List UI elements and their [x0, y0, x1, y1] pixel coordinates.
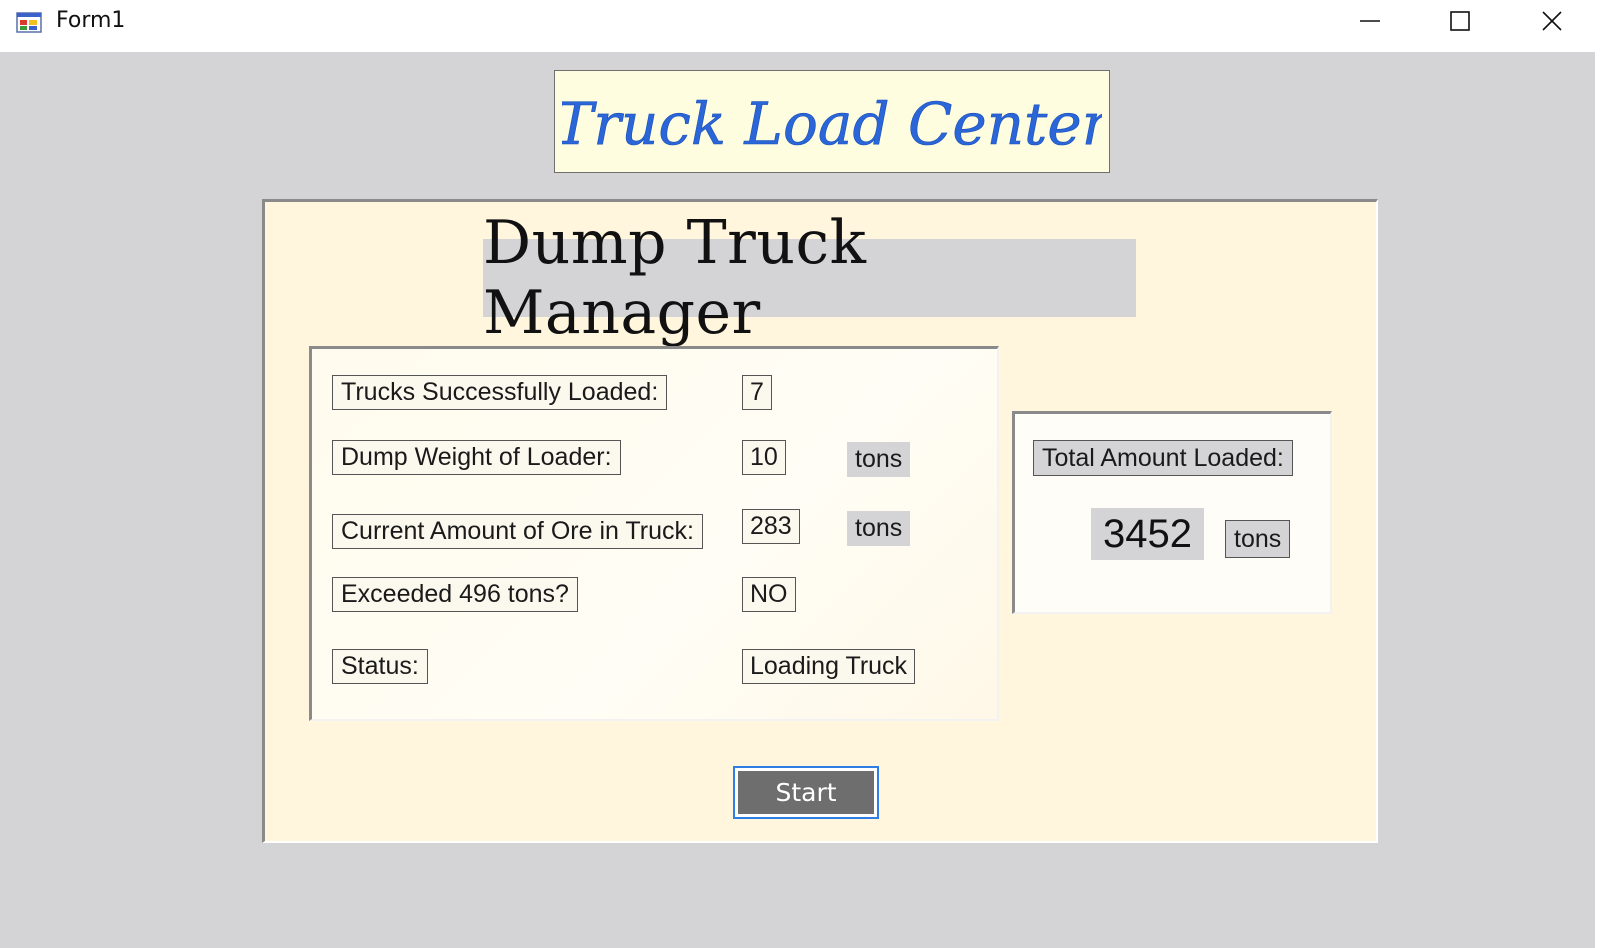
- title-bar[interactable]: Form1: [0, 0, 1600, 52]
- page-title: Dump Truck Manager: [483, 208, 1136, 348]
- banner-text: Truck Load Center: [562, 90, 1102, 158]
- total-loaded-label: Total Amount Loaded:: [1033, 440, 1293, 476]
- total-loaded-value: 3452: [1091, 508, 1204, 560]
- truck-load-center-banner: Truck Load Center: [554, 70, 1110, 173]
- window-title: Form1: [56, 8, 126, 33]
- loading-details-group: Trucks Successfully Loaded: 7 Dump Weigh…: [309, 346, 999, 721]
- status-value: Loading Truck: [742, 649, 916, 684]
- app-icon: [16, 12, 42, 33]
- status-label: Status:: [332, 649, 428, 684]
- start-button-label: Start: [738, 771, 874, 814]
- dump-weight-label: Dump Weight of Loader:: [332, 440, 621, 475]
- window-border: [1595, 0, 1600, 948]
- exceeded-value: NO: [742, 577, 796, 612]
- dump-weight-unit: tons: [847, 442, 911, 477]
- current-ore-value: 283: [742, 509, 800, 544]
- main-panel: Dump Truck Manager Trucks Successfully L…: [262, 199, 1378, 843]
- maximize-icon: [1450, 11, 1470, 31]
- current-ore-label: Current Amount of Ore in Truck:: [332, 514, 703, 549]
- total-loaded-unit: tons: [1225, 520, 1291, 558]
- trucks-loaded-label: Trucks Successfully Loaded:: [332, 375, 668, 410]
- start-button[interactable]: Start: [733, 766, 879, 819]
- dump-weight-value: 10: [742, 440, 786, 475]
- form1-window: Form1 Truck Load Center Dump Truck Manag…: [0, 0, 1600, 948]
- trucks-loaded-value: 7: [742, 375, 772, 410]
- current-ore-unit: tons: [847, 511, 911, 546]
- minimize-button[interactable]: [1324, 0, 1416, 42]
- exceeded-label: Exceeded 496 tons?: [332, 577, 578, 612]
- close-button[interactable]: [1506, 0, 1598, 42]
- minimize-icon: [1360, 20, 1380, 22]
- banner-logo: Truck Load Center: [562, 89, 1102, 158]
- close-icon: [1542, 11, 1562, 31]
- maximize-button[interactable]: [1414, 0, 1506, 42]
- total-loaded-group: Total Amount Loaded: 3452 tons: [1012, 411, 1332, 614]
